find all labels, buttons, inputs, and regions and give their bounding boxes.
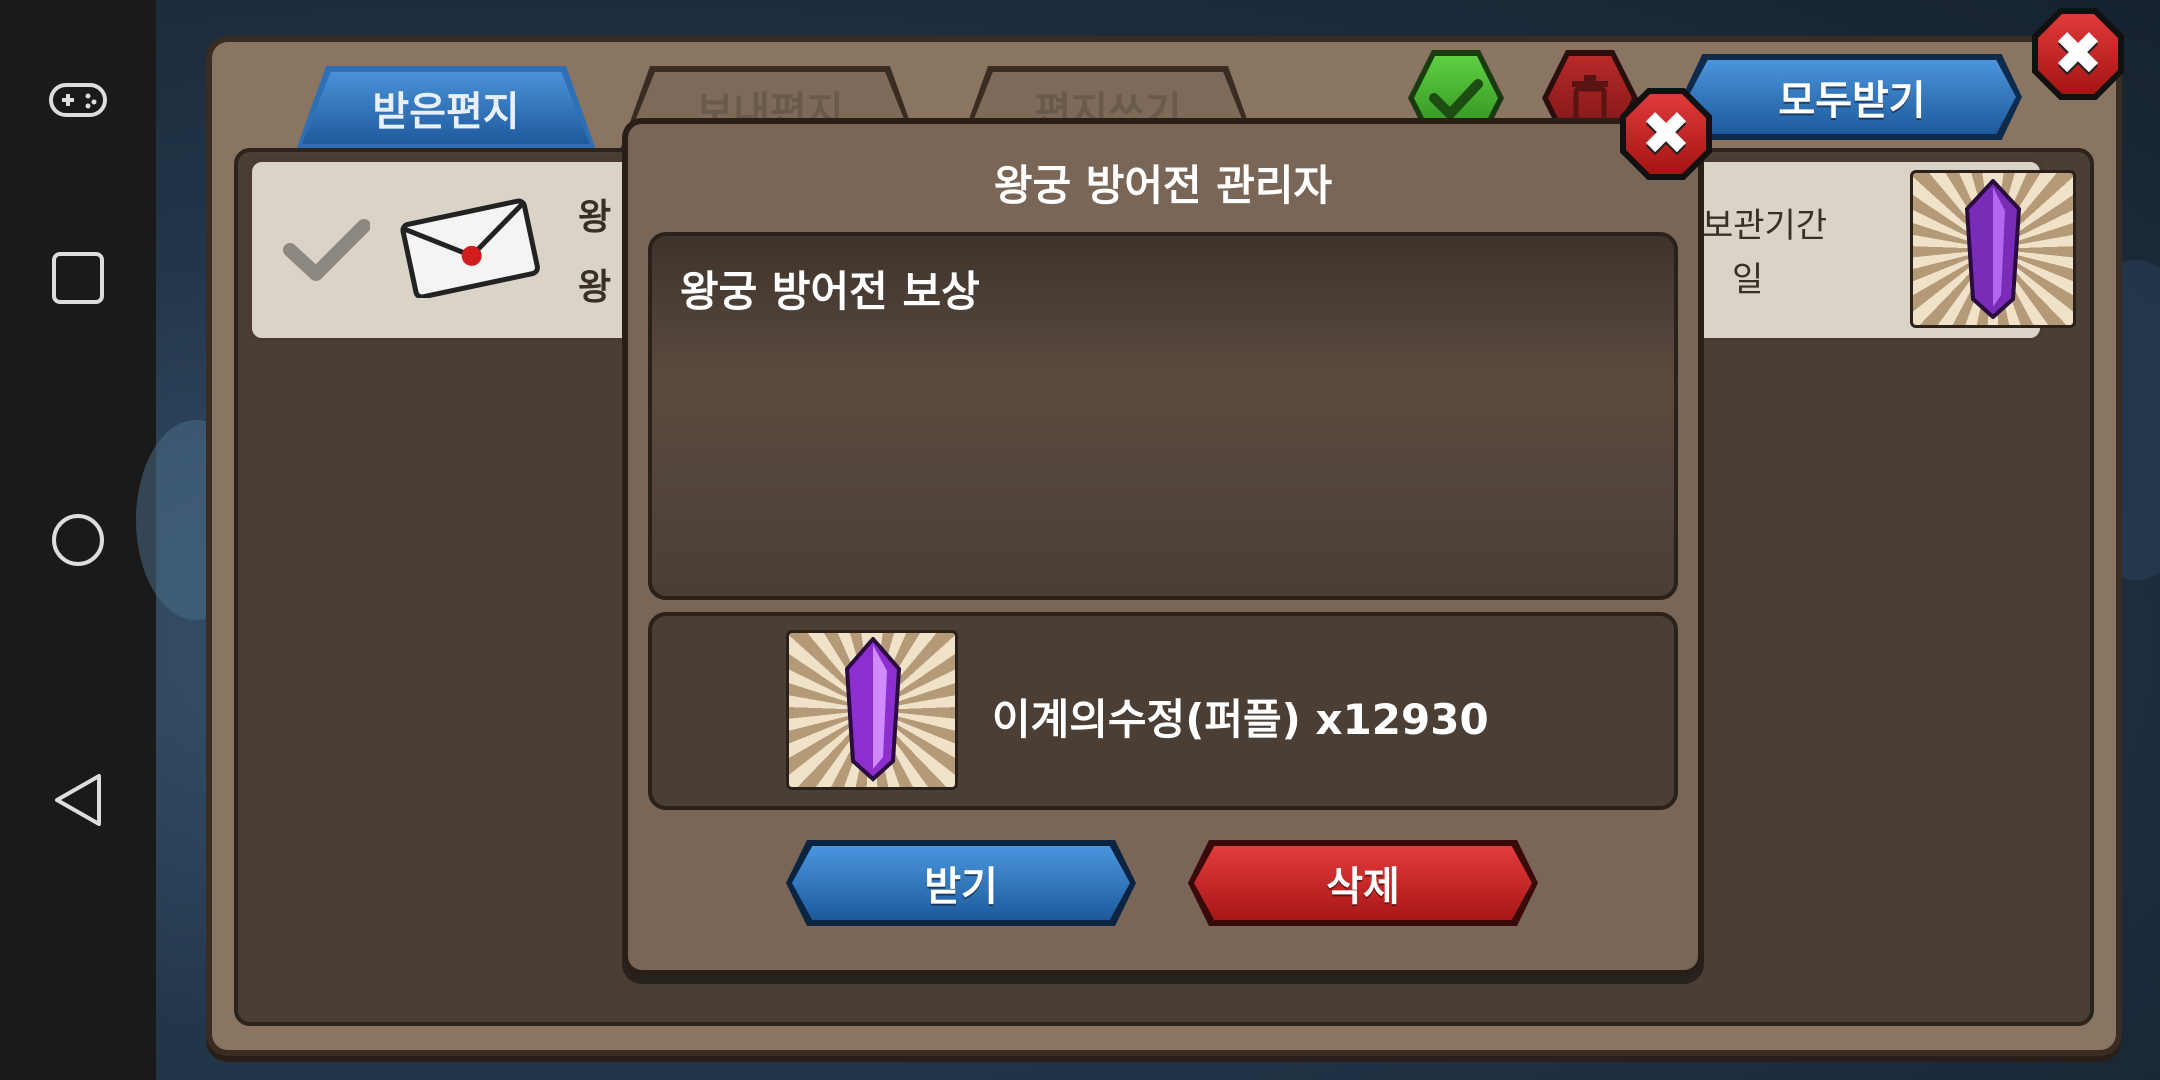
receive-all-button[interactable]: 모두받기 xyxy=(1682,54,2022,140)
mail-subject-partial: 왕 xyxy=(578,267,612,308)
storage-period-label: 보관기간 xyxy=(1702,206,1828,246)
android-nav-bar xyxy=(0,0,156,1080)
receive-button[interactable]: 받기 xyxy=(786,840,1136,926)
tab-received[interactable]: 받은편지 xyxy=(296,66,596,150)
back-triangle-icon[interactable] xyxy=(38,760,118,840)
close-dialog-button[interactable]: ✖ xyxy=(1620,88,1712,180)
circle-icon[interactable] xyxy=(38,500,118,580)
reward-label: 이계의수정(퍼플) x12930 xyxy=(992,695,1489,744)
trash-icon xyxy=(1572,75,1608,124)
reward-panel: 이계의수정(퍼플) x12930 xyxy=(648,612,1678,810)
mail-detail-dialog: 왕궁 방어전 관리자 왕궁 방어전 보상 이계의수정(퍼플) x12930 받기… xyxy=(622,118,1704,976)
close-mailbox-button[interactable]: ✖ xyxy=(2032,8,2124,100)
square-icon[interactable] xyxy=(38,238,118,318)
dialog-title: 왕궁 방어전 관리자 xyxy=(993,161,1333,210)
close-icon: ✖ xyxy=(2052,19,2104,89)
storage-days-value: 일 xyxy=(1732,260,1764,300)
gamepad-icon[interactable] xyxy=(38,60,118,140)
purple-crystal-icon xyxy=(1910,170,2076,328)
delete-button[interactable]: 삭제 xyxy=(1188,840,1538,926)
check-icon xyxy=(1429,79,1483,119)
message-body: 왕궁 방어전 보상 xyxy=(648,232,1678,600)
envelope-icon xyxy=(400,198,540,298)
mail-sender-partial: 왕 xyxy=(578,197,612,238)
message-text: 왕궁 방어전 보상 xyxy=(680,267,980,316)
close-icon: ✖ xyxy=(1640,99,1692,169)
purple-crystal-icon xyxy=(786,630,958,790)
check-icon xyxy=(283,219,370,281)
